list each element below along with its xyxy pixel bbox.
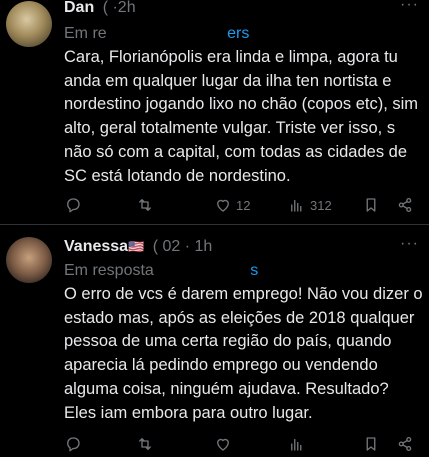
reply-button[interactable] bbox=[64, 435, 86, 453]
more-options-icon[interactable]: ··· bbox=[400, 0, 419, 14]
heart-icon bbox=[217, 438, 229, 451]
tweet-header: Dan ( ·2h bbox=[64, 0, 136, 17]
flag-emoji: 🇺🇸 bbox=[128, 239, 145, 254]
reply-handle[interactable]: s bbox=[250, 262, 258, 279]
tweet-actions: 12 312 bbox=[64, 196, 420, 218]
views-button[interactable]: 312 bbox=[288, 196, 332, 214]
reply-button[interactable] bbox=[64, 196, 86, 214]
avatar[interactable] bbox=[6, 237, 52, 283]
retweet-button[interactable] bbox=[136, 196, 158, 214]
tweet-text-content: O erro de vcs é darem emprego! Não vou d… bbox=[64, 285, 423, 422]
reply-context: Em re ers bbox=[64, 24, 249, 43]
like-button[interactable]: 12 bbox=[214, 196, 250, 214]
views-button[interactable] bbox=[288, 435, 310, 453]
retweet-icon bbox=[139, 199, 151, 211]
reply-icon bbox=[67, 437, 80, 452]
tweet-header: Vanessa🇺🇸 ( 02 · 1h bbox=[64, 237, 212, 256]
bookmark-button[interactable] bbox=[362, 435, 380, 453]
reply-context: Em resposta s bbox=[64, 261, 258, 280]
more-options-icon[interactable]: ··· bbox=[400, 235, 419, 253]
views-icon bbox=[291, 199, 302, 212]
tweet-card[interactable]: Vanessa🇺🇸 ( 02 · 1h ··· Em resposta s O … bbox=[0, 225, 429, 452]
tweet-text: Cara, Florianópolis era linda e limpa, a… bbox=[64, 46, 424, 188]
bookmark-icon bbox=[366, 198, 376, 212]
views-count: 312 bbox=[310, 197, 332, 213]
reply-handle[interactable]: ers bbox=[227, 25, 249, 42]
share-icon bbox=[398, 436, 412, 452]
tweet-actions bbox=[64, 435, 420, 457]
tweet-card[interactable]: Dan ( ·2h ··· Em re ers Cara, Florianópo… bbox=[0, 0, 429, 224]
author-meta: ( ·2h bbox=[102, 0, 136, 16]
like-button[interactable] bbox=[214, 435, 236, 453]
tweet-text: O erro de vcs é darem emprego! Não vou d… bbox=[64, 283, 424, 425]
views-icon bbox=[291, 438, 302, 451]
avatar[interactable] bbox=[6, 1, 52, 47]
author-name[interactable]: Dan bbox=[64, 0, 94, 16]
bookmark-icon bbox=[366, 437, 376, 451]
heart-icon bbox=[217, 199, 229, 212]
share-button[interactable] bbox=[396, 196, 414, 214]
like-count: 12 bbox=[236, 197, 251, 213]
bookmark-button[interactable] bbox=[362, 196, 380, 214]
share-icon bbox=[398, 197, 412, 213]
author-meta: ( 02 · 1h bbox=[152, 238, 213, 255]
reply-icon bbox=[67, 198, 80, 213]
share-button[interactable] bbox=[396, 435, 414, 453]
reply-prefix: Em resposta bbox=[64, 262, 154, 279]
retweet-button[interactable] bbox=[136, 435, 158, 453]
tweet-text-content: Cara, Florianópolis era linda e limpa, a… bbox=[64, 48, 419, 185]
retweet-icon bbox=[139, 438, 151, 450]
reply-prefix: Em re bbox=[64, 25, 107, 42]
author-name[interactable]: Vanessa bbox=[64, 238, 128, 255]
